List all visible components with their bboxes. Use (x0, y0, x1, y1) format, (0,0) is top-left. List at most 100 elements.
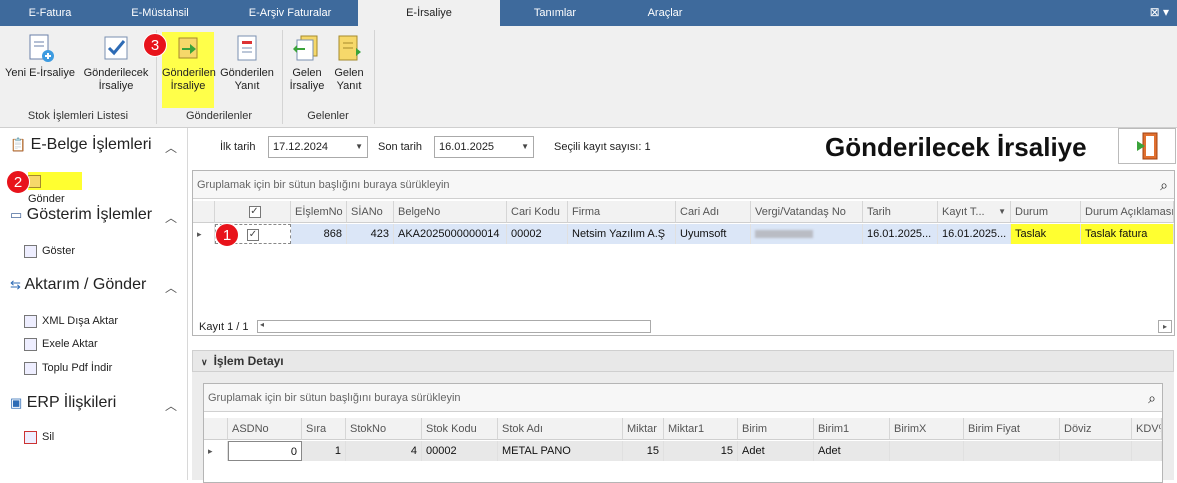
col-tarih[interactable]: Tarih (863, 201, 938, 223)
cell-cari-adi[interactable]: Uyumsoft (676, 224, 751, 244)
detail-group-panel[interactable]: Gruplamak için bir sütun başlığını buray… (204, 384, 1162, 412)
cell-vergi-no[interactable] (751, 224, 863, 244)
col-eislemno[interactable]: EİşlemNo (291, 201, 347, 223)
cell-durum-aciklama[interactable]: Taslak fatura (1081, 224, 1174, 244)
col-stok-adi[interactable]: Stok Adı (498, 418, 623, 440)
yeni-e-irsaliye-button[interactable]: Yeni E-İrsaliye (4, 32, 76, 80)
tab-tanimlar[interactable]: Tanımlar (500, 0, 610, 26)
search-icon[interactable]: ⌕ (1148, 390, 1156, 407)
col-cari-adi[interactable]: Cari Adı (676, 201, 751, 223)
section-erp[interactable]: ▣ ERP İlişkileri ︿ (10, 394, 177, 413)
window-controls[interactable]: ⊠ ▾ (1150, 5, 1169, 19)
col-miktar[interactable]: Miktar (623, 418, 664, 440)
cell-asdno[interactable]: 0 (228, 441, 302, 461)
tab-e-fatura[interactable]: E-Fatura (0, 0, 100, 26)
sidebar-item-xml-disa-aktar[interactable]: XML Dışa Aktar (24, 312, 118, 330)
cell-tarih[interactable]: 16.01.2025... (863, 224, 938, 244)
cell-stokno[interactable]: 4 (346, 441, 422, 461)
col-birim[interactable]: Birim (738, 418, 814, 440)
gonderilen-yanit-button[interactable]: Gönderilen Yanıt (218, 32, 276, 93)
tab-e-mustahsil[interactable]: E-Müstahsil (100, 0, 220, 26)
cell-miktar[interactable]: 15 (623, 441, 664, 461)
col-cari-kodu[interactable]: Cari Kodu (507, 201, 568, 223)
col-firma[interactable]: Firma (568, 201, 676, 223)
cell-sira[interactable]: 1 (302, 441, 346, 461)
sidebar-item-label: Exele Aktar (42, 338, 98, 350)
section-aktarim[interactable]: ⇆ Aktarım / Gönder ︿ (10, 276, 177, 295)
tab-e-irsaliye[interactable]: E-İrsaliye (358, 0, 500, 26)
table-row[interactable]: ▸ 0 1 4 00002 METAL PANO 15 15 Adet Adet (204, 441, 1162, 461)
row-indicator-header (193, 201, 215, 223)
cell-birim1[interactable]: Adet (814, 441, 890, 461)
cell-stok-kodu[interactable]: 00002 (422, 441, 498, 461)
col-birim1[interactable]: Birim1 (814, 418, 890, 440)
horizontal-scrollbar[interactable]: ◂ (257, 320, 651, 333)
sidebar-item-toplu-pdf[interactable]: Toplu Pdf İndir (24, 359, 112, 377)
scroll-right-icon[interactable]: ▸ (1158, 320, 1172, 333)
col-asdno[interactable]: ASDNo (228, 418, 302, 440)
cell-birim[interactable]: Adet (738, 441, 814, 461)
sidebar-item-goster[interactable]: Göster (24, 242, 75, 260)
search-icon[interactable]: ⌕ (1160, 177, 1168, 194)
col-sira[interactable]: Sıra (302, 418, 346, 440)
cell-birim-fiyat[interactable] (964, 441, 1060, 461)
col-siano[interactable]: SİANo (347, 201, 394, 223)
tab-e-arsiv[interactable]: E-Arşiv Faturalar (220, 0, 360, 26)
cell-stok-adi[interactable]: METAL PANO (498, 441, 623, 461)
gelen-irsaliye-label: Gelen İrsaliye (289, 67, 325, 92)
col-kayit-tarihi[interactable]: Kayıt T... ▼ (938, 201, 1011, 223)
yeni-e-irsaliye-label: Yeni E-İrsaliye (5, 67, 75, 79)
col-stokno[interactable]: StokNo (346, 418, 422, 440)
ilk-tarih-picker[interactable]: 17.12.2024 ▼ (268, 136, 368, 158)
group-gelenler: Gelenler (307, 110, 349, 122)
cell-birimx[interactable] (890, 441, 964, 461)
cell-firma[interactable]: Netsim Yazılım A.Ş (568, 224, 676, 244)
son-tarih-label: Son tarih (378, 141, 423, 153)
table-row[interactable]: ▸ ✓ 868 423 AKA2025000000014 00002 Netsi… (193, 224, 1174, 244)
sidebar-item-exele-aktar[interactable]: Exele Aktar (24, 335, 98, 353)
col-miktar1[interactable]: Miktar1 (664, 418, 738, 440)
section-aktarim-title: Aktarım / Gönder (24, 276, 147, 293)
col-durum-aciklama[interactable]: Durum Açıklaması (1081, 201, 1174, 223)
col-doviz[interactable]: Döviz (1060, 418, 1132, 440)
scroll-left-icon[interactable]: ◂ (260, 320, 264, 329)
col-stok-kodu[interactable]: Stok Kodu (422, 418, 498, 440)
section-gosterim[interactable]: ▭ Gösterim İşlemler ︿ (10, 206, 177, 225)
select-all-header[interactable]: ✓ (215, 201, 291, 223)
gonderilen-yanit-label: Gönderilen Yanıt (220, 67, 274, 92)
cell-belgeno[interactable]: AKA2025000000014 (394, 224, 507, 244)
exit-button[interactable] (1118, 128, 1176, 164)
cell-kayit-tarihi[interactable]: 16.01.2025... (938, 224, 1011, 244)
tab-araclar[interactable]: Araçlar (610, 0, 720, 26)
gonderilecek-irsaliye-button[interactable]: Gönderilecek İrsaliye (80, 32, 152, 93)
col-belgeno[interactable]: BelgeNo (394, 201, 507, 223)
sidebar-item-gonder[interactable]: Gönder (28, 172, 82, 205)
checkbox-checked-icon[interactable]: ✓ (247, 229, 259, 242)
col-durum[interactable]: Durum (1011, 201, 1081, 223)
record-counter: Kayıt 1 / 1 (199, 321, 249, 333)
gelen-yanit-button[interactable]: Gelen Yanıt (330, 32, 368, 93)
cell-kdv[interactable] (1132, 441, 1162, 461)
checkbox-icon[interactable]: ✓ (248, 206, 261, 219)
cell-siano[interactable]: 423 (347, 224, 394, 244)
cell-doviz[interactable] (1060, 441, 1132, 461)
sidebar-item-sil[interactable]: Sil (24, 428, 54, 446)
gonderilen-irsaliye-button[interactable]: Gönderilen İrsaliye (162, 32, 216, 108)
section-ebelge[interactable]: 📋 E-Belge İşlemleri ︿ (10, 136, 177, 155)
step-badge-3: 3 (143, 33, 167, 57)
col-vergi-no[interactable]: Vergi/Vatandaş No (751, 201, 863, 223)
col-birim-fiyat[interactable]: Birim Fiyat (964, 418, 1060, 440)
transfer-icon: ⇆ (10, 277, 21, 292)
islem-detayi-bar[interactable]: ∨ İşlem Detayı (192, 350, 1174, 372)
cell-durum[interactable]: Taslak (1011, 224, 1081, 244)
son-tarih-picker[interactable]: 16.01.2025 ▼ (434, 136, 534, 158)
cell-cari-kodu[interactable]: 00002 (507, 224, 568, 244)
cell-miktar1[interactable]: 15 (664, 441, 738, 461)
group-panel[interactable]: Gruplamak için bir sütun başlığını buray… (193, 171, 1174, 199)
col-birimx[interactable]: BirimX (890, 418, 964, 440)
sidebar-item-label: Gönder (28, 193, 65, 205)
gelen-irsaliye-button[interactable]: Gelen İrsaliye (286, 32, 328, 93)
cell-eislemno[interactable]: 868 (291, 224, 347, 244)
section-erp-title: ERP İlişkileri (26, 394, 117, 411)
col-kdv[interactable]: KDV% (1132, 418, 1162, 440)
